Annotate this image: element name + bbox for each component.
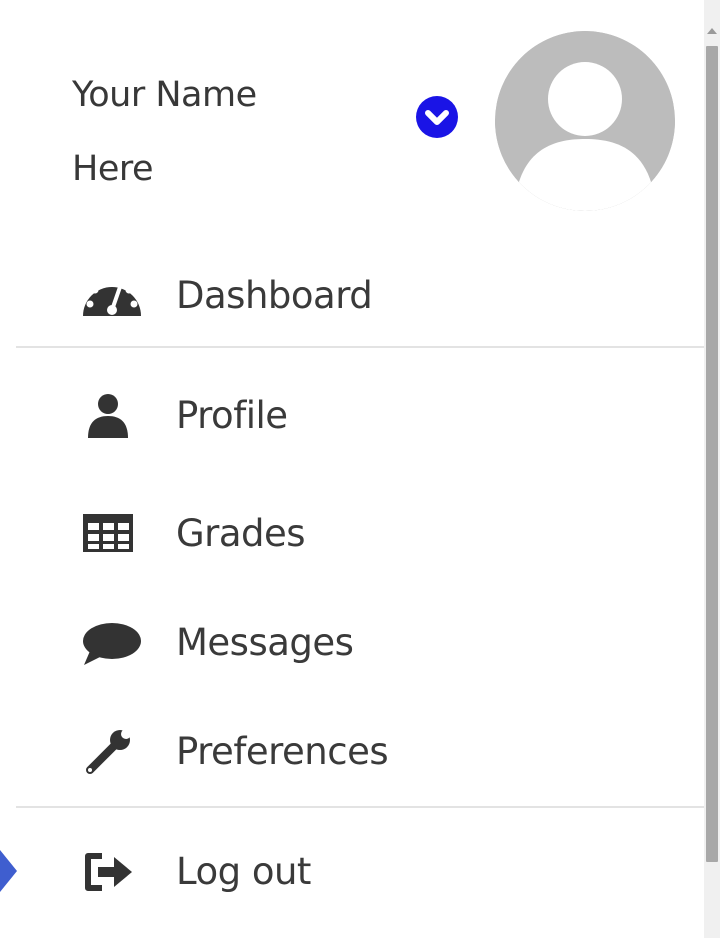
scrollbar-thumb[interactable] — [706, 46, 718, 862]
menu-item-dashboard[interactable]: Dashboard — [0, 256, 704, 336]
menu-item-profile[interactable]: Profile — [0, 376, 704, 456]
pointer-arrow-icon — [0, 850, 17, 892]
menu-divider — [16, 806, 704, 808]
menu-item-label: Messages — [176, 621, 354, 664]
avatar[interactable] — [495, 31, 675, 211]
menu-item-label: Dashboard — [176, 274, 373, 317]
scroll-up-arrow-icon[interactable] — [707, 28, 717, 34]
user-name: Your Name Here — [72, 75, 257, 189]
menu-divider — [16, 346, 704, 348]
menu-item-label: Profile — [176, 394, 288, 437]
menu-item-label: Grades — [176, 512, 306, 555]
sign-out-icon — [80, 848, 144, 896]
user-menu-toggle[interactable] — [416, 96, 458, 138]
default-avatar-icon — [495, 31, 675, 211]
user-menu-dropdown: Your Name Here Dashboard Profile Grades … — [0, 0, 704, 938]
user-icon — [80, 392, 144, 440]
dashboard-icon — [80, 272, 144, 320]
wrench-icon — [80, 728, 144, 776]
chevron-down-icon — [425, 110, 449, 125]
menu-item-label: Preferences — [176, 730, 389, 773]
table-icon — [80, 510, 144, 558]
speech-bubble-icon — [80, 619, 144, 667]
menu-item-messages[interactable]: Messages — [0, 603, 704, 683]
menu-item-label: Log out — [176, 850, 311, 893]
menu-item-preferences[interactable]: Preferences — [0, 712, 704, 792]
menu-item-grades[interactable]: Grades — [0, 494, 704, 574]
menu-item-logout[interactable]: Log out — [0, 832, 704, 912]
